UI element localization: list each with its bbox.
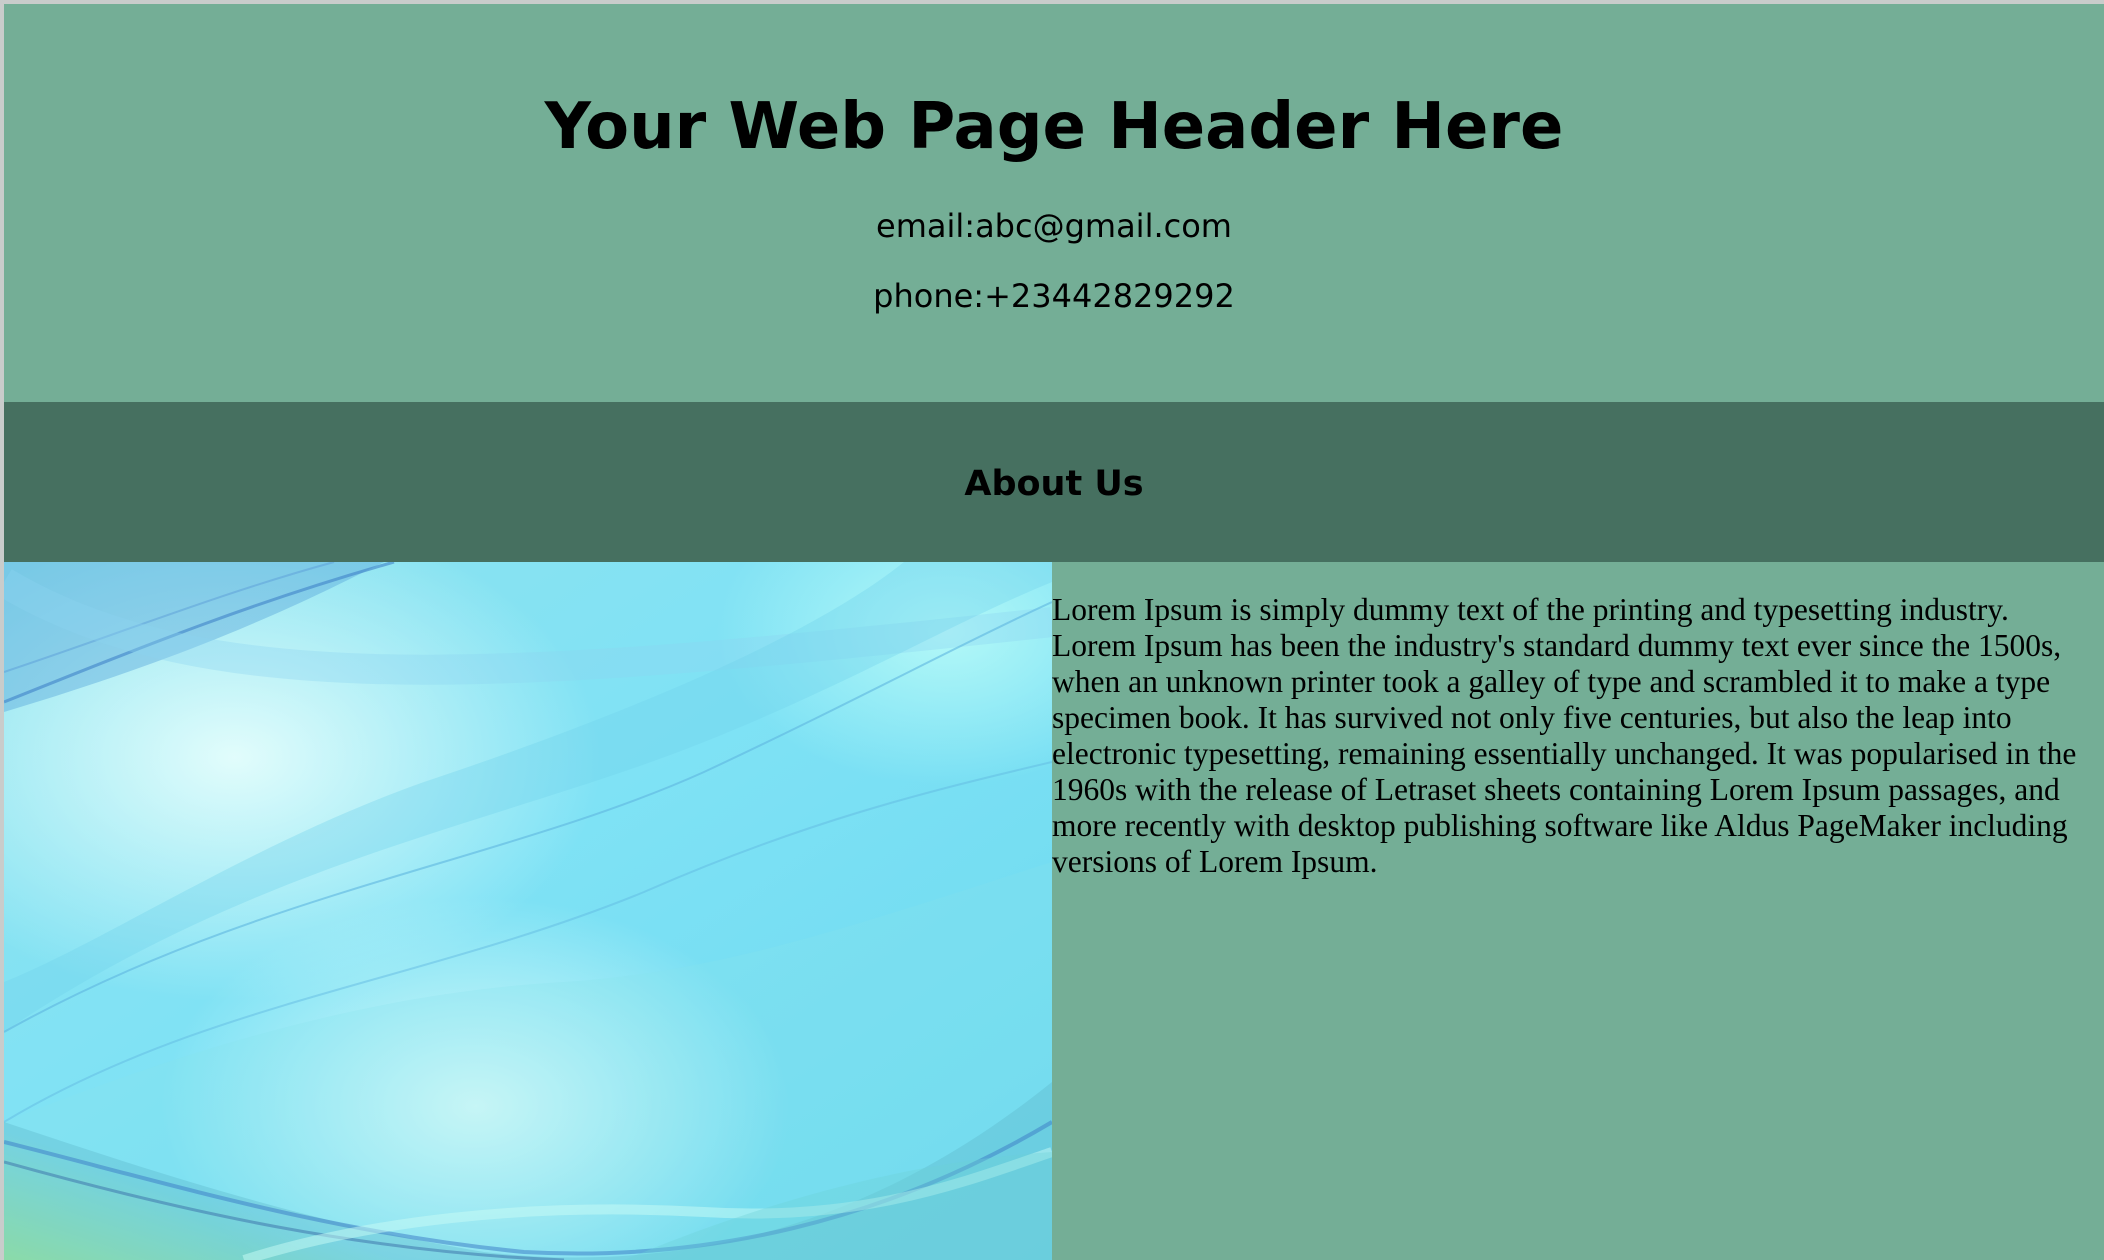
about-paragraph: Lorem Ipsum is simply dummy text of the … [1052, 592, 2077, 879]
abstract-wave-image [4, 562, 1052, 1260]
about-section-header: About Us [4, 402, 2104, 562]
about-content: Lorem Ipsum is simply dummy text of the … [4, 562, 2104, 1260]
about-image [4, 562, 1052, 1260]
web-page: Your Web Page Header Here email:abc@gmai… [4, 4, 2104, 1260]
contact-phone: phone:+23442829292 [873, 277, 1235, 315]
about-heading: About Us [964, 464, 1144, 504]
page-title: Your Web Page Header Here [544, 90, 1564, 164]
contact-email: email:abc@gmail.com [876, 207, 1232, 245]
page-header: Your Web Page Header Here email:abc@gmai… [4, 4, 2104, 402]
